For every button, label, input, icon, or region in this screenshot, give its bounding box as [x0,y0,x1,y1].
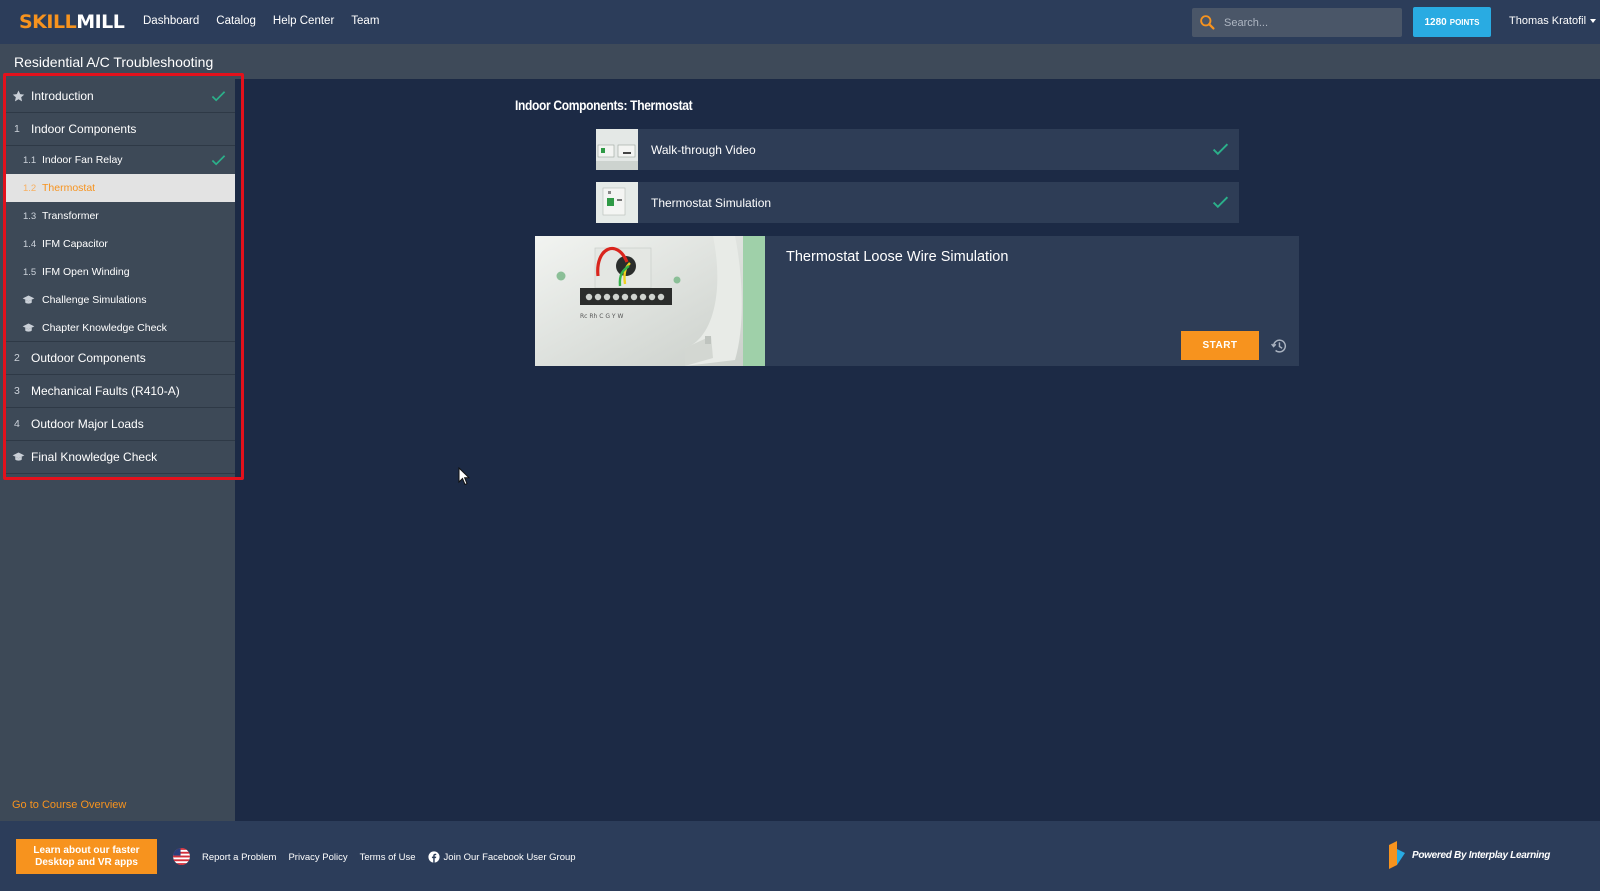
us-flag-icon[interactable] [173,848,190,865]
sidebar-item-final-knowledge-check[interactable]: Final Knowledge Check [5,441,235,474]
check-icon [211,91,226,102]
course-title: Residential A/C Troubleshooting [14,54,214,70]
sidebar-item-label: Mechanical Faults (R410-A) [31,384,180,398]
course-menu: Introduction 1 Indoor Components 1.1 Ind… [5,80,235,474]
start-button[interactable]: START [1181,331,1259,360]
search-icon[interactable] [1199,14,1216,31]
simulation-thumbnail [596,182,638,223]
video-thumbnail [596,129,638,170]
lesson-number: 1.5 [23,266,37,278]
simulation-preview-image[interactable]: Rc Rh C G Y W [535,236,765,366]
sidebar-item-thermostat[interactable]: 1.2 Thermostat [5,174,235,202]
sidebar-item-label: Outdoor Components [31,351,146,365]
chapter-number: 4 [14,418,20,430]
footer: Learn about our faster Desktop and VR ap… [0,821,1600,891]
mouse-cursor-icon [458,467,470,486]
activity-title: Walk-through Video [651,143,756,157]
main-nav: Dashboard Catalog Help Center Team [143,15,379,27]
terminal-labels: Rc Rh C G Y W [580,313,623,320]
chapter-number: 3 [14,385,20,397]
search-input[interactable] [1224,8,1394,37]
sidebar-item-indoor-components[interactable]: 1 Indoor Components [5,113,235,146]
activity-walkthrough-video[interactable]: Walk-through Video [596,129,1239,170]
terms-of-use-link[interactable]: Terms of Use [360,851,416,863]
sidebar-item-label: Indoor Fan Relay [42,154,123,166]
sidebar-item-label: Thermostat [42,182,96,194]
facebook-group-link[interactable]: Join Our Facebook User Group [427,851,576,863]
check-icon [1212,196,1229,209]
points-badge[interactable]: 1280 POINTS [1413,7,1491,37]
footer-links: Report a Problem Privacy Policy Terms of… [202,851,576,863]
logo-skill: SKILL [19,11,77,33]
sidebar-item-label: Indoor Components [31,122,137,136]
lesson-number: 1.1 [23,154,37,166]
graduation-cap-icon [12,452,25,461]
privacy-policy-link[interactable]: Privacy Policy [288,851,347,863]
course-overview-link[interactable]: Go to Course Overview [12,799,126,811]
chapter-number: 1 [14,123,20,135]
check-icon [211,155,226,166]
graduation-cap-icon [22,295,35,304]
skillmill-logo[interactable]: SKILLMILL [19,11,125,33]
sidebar-item-transformer[interactable]: 1.3 Transformer [5,202,235,230]
user-menu[interactable]: Thomas Kratofil [1509,15,1597,27]
nav-help-center[interactable]: Help Center [273,15,334,27]
sidebar-item-label: IFM Capacitor [42,238,108,250]
featured-activity-card: Rc Rh C G Y W Thermostat Loose Wire Simu… [535,236,1299,366]
sidebar-item-label: IFM Open Winding [42,266,130,278]
desktop-vr-apps-button[interactable]: Learn about our faster Desktop and VR ap… [16,839,157,874]
top-navbar: SKILLMILL Dashboard Catalog Help Center … [0,0,1600,44]
lesson-number: 1.4 [23,238,37,250]
chapter-number: 2 [14,352,20,364]
search-box [1192,8,1402,37]
sidebar-item-chapter-knowledge-check[interactable]: Chapter Knowledge Check [5,314,235,342]
sidebar-item-label: Outdoor Major Loads [31,417,144,431]
powered-by-text: Powered By Interplay Learning [1412,849,1551,861]
graduation-cap-icon [22,322,35,332]
sidebar-item-mechanical-faults[interactable]: 3 Mechanical Faults (R410-A) [5,375,235,408]
featured-activity-title: Thermostat Loose Wire Simulation [786,249,1009,265]
sidebar-item-label: Challenge Simulations [42,294,147,306]
check-icon [1212,143,1229,156]
facebook-link-label: Join Our Facebook User Group [443,851,576,863]
sidebar-item-challenge-simulations[interactable]: Challenge Simulations [5,286,235,314]
sidebar-item-ifm-open-winding[interactable]: 1.5 IFM Open Winding [5,258,235,286]
star-icon [12,90,25,102]
sidebar-item-outdoor-major-loads[interactable]: 4 Outdoor Major Loads [5,408,235,441]
points-value: 1280 [1424,16,1447,28]
sidebar-item-label: Chapter Knowledge Check [42,321,167,334]
activity-title: Thermostat Simulation [651,196,772,210]
sidebar-item-outdoor-components[interactable]: 2 Outdoor Components [5,342,235,375]
sidebar-item-label: Introduction [31,89,94,103]
nav-dashboard[interactable]: Dashboard [143,15,199,27]
report-problem-link[interactable]: Report a Problem [202,851,276,863]
history-icon[interactable] [1270,337,1288,355]
points-unit: POINTS [1449,17,1480,27]
powered-by[interactable]: Powered By Interplay Learning [1387,841,1550,869]
sidebar-item-label: Final Knowledge Check [31,450,158,464]
lesson-number: 1.3 [23,210,37,222]
activity-thermostat-simulation[interactable]: Thermostat Simulation [596,182,1239,223]
nav-team[interactable]: Team [351,15,379,27]
sidebar-item-label: Transformer [42,210,99,222]
interplay-logo-icon [1389,841,1405,869]
sidebar-item-indoor-fan-relay[interactable]: 1.1 Indoor Fan Relay [5,146,235,174]
facebook-icon [427,851,440,863]
logo-mill: MILL [76,11,125,33]
user-name: Thomas Kratofil [1509,15,1587,27]
nav-catalog[interactable]: Catalog [216,15,256,27]
promo-line-1: Learn about our faster [33,844,140,856]
sidebar-item-ifm-capacitor[interactable]: 1.4 IFM Capacitor [5,230,235,258]
chevron-down-icon [1590,19,1597,23]
promo-line-2: Desktop and VR apps [35,856,138,868]
sidebar-item-introduction[interactable]: Introduction [5,80,235,113]
course-title-bar: Residential A/C Troubleshooting [0,44,1600,79]
section-heading: Indoor Components: Thermostat [515,97,693,113]
lesson-number: 1.2 [23,182,37,194]
